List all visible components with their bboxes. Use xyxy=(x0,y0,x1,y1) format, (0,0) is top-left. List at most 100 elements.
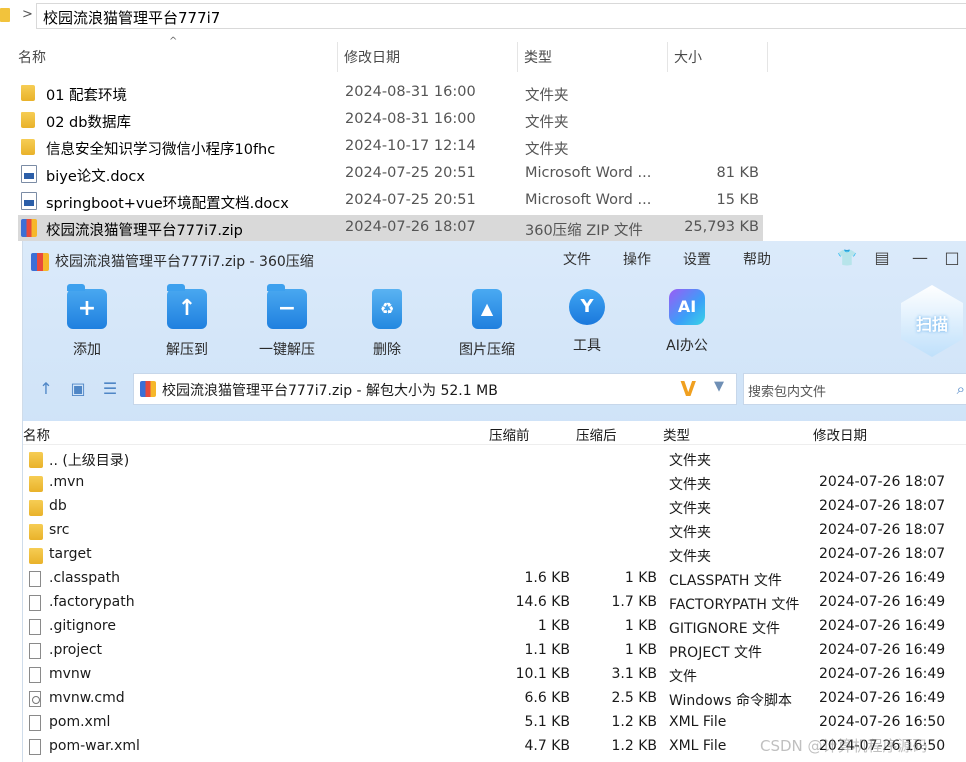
entry-before: 1 KB xyxy=(537,618,570,634)
chevron-down-icon[interactable]: ▼ xyxy=(714,379,724,394)
maximize-icon[interactable]: □ xyxy=(943,249,961,267)
explorer-row[interactable]: 02 db数据库 2024-08-31 16:00 文件夹 xyxy=(18,107,763,133)
zip-list-row[interactable]: .mvn 文件夹 2024-07-26 18:07 xyxy=(23,471,966,495)
explorer-row[interactable]: biye论文.docx 2024-07-25 20:51 Microsoft W… xyxy=(18,161,763,187)
column-size[interactable]: 大小 xyxy=(668,42,768,72)
file-name: 02 db数据库 xyxy=(46,115,131,131)
zip-app-icon xyxy=(31,253,49,271)
minimize-icon[interactable]: — xyxy=(911,249,929,267)
tool-image-compress-button[interactable]: ▲ 图片压缩 xyxy=(447,289,527,359)
zip-list-row[interactable]: .gitignore 1 KB 1 KB GITIGNORE 文件 2024-0… xyxy=(23,615,966,639)
thumbnail-view-icon[interactable]: ▣ xyxy=(69,380,87,398)
zip-col-date[interactable]: 修改日期 xyxy=(813,424,867,444)
entry-before: 1.6 KB xyxy=(524,570,571,586)
folder-icon xyxy=(21,85,35,101)
menu-settings[interactable]: 设置 xyxy=(683,249,711,269)
entry-type: XML File xyxy=(669,714,727,730)
zip-list-row[interactable]: mvnw 10.1 KB 3.1 KB 文件 2024-07-26 16:49 xyxy=(23,663,966,687)
zip-col-before[interactable]: 压缩前 xyxy=(489,424,530,444)
entry-name: src xyxy=(49,522,70,538)
menu-operate[interactable]: 操作 xyxy=(623,249,651,269)
entry-type: 文件夹 xyxy=(669,549,711,565)
zip-list-row[interactable]: mvnw.cmd 6.6 KB 2.5 KB Windows 命令脚本 2024… xyxy=(23,687,966,711)
zip-list-row[interactable]: target 文件夹 2024-07-26 18:07 xyxy=(23,543,966,567)
folder-icon xyxy=(29,500,43,516)
tool-ai-office-button[interactable]: AI AI办公 xyxy=(647,289,727,359)
explorer-row[interactable]: 01 配套环境 2024-08-31 16:00 文件夹 xyxy=(18,80,763,106)
folder-icon xyxy=(21,112,35,128)
explorer-address-bar: > 校园流浪猫管理平台777i7 xyxy=(0,0,966,32)
explorer-row[interactable]: 信息安全知识学习微信小程序10fhc 2024-10-17 12:14 文件夹 xyxy=(18,134,763,160)
zip-list-row[interactable]: src 文件夹 2024-07-26 18:07 xyxy=(23,519,966,543)
chevron-right-icon[interactable]: > xyxy=(22,7,33,22)
zip-list-header: 名称 压缩前 压缩后 类型 修改日期 xyxy=(23,421,966,445)
file-date: 2024-08-31 16:00 xyxy=(345,84,476,100)
zip-col-name[interactable]: 名称 xyxy=(23,424,50,444)
word-doc-icon xyxy=(21,192,37,210)
up-arrow-icon[interactable]: ↑ xyxy=(37,380,55,398)
tool-one-click-extract-button[interactable]: − 一键解压 xyxy=(247,284,327,359)
zip-window: 校园流浪猫管理平台777i7.zip - 360压缩 文件 操作 设置 帮助 👕… xyxy=(22,241,966,762)
column-date[interactable]: 修改日期 xyxy=(338,42,518,72)
zip-list-row[interactable]: .. (上级目录) 文件夹 xyxy=(23,447,966,471)
tool-delete-button[interactable]: ♻ 删除 xyxy=(347,289,427,359)
tool-tools-button[interactable]: Y 工具 xyxy=(547,289,627,359)
entry-type: 文件夹 xyxy=(669,525,711,541)
file-type: 360压缩 ZIP 文件 xyxy=(525,223,643,239)
file-name: 校园流浪猫管理平台777i7.zip xyxy=(46,223,243,239)
explorer-path[interactable]: 校园流浪猫管理平台777i7 xyxy=(36,3,966,29)
entry-name: .factorypath xyxy=(49,594,135,610)
entry-before: 4.7 KB xyxy=(524,738,571,754)
search-icon[interactable]: ⌕ xyxy=(957,380,965,398)
zip-list-row[interactable]: pom.xml 5.1 KB 1.2 KB XML File 2024-07-2… xyxy=(23,711,966,735)
tool-label: AI办公 xyxy=(666,338,708,354)
file-icon xyxy=(29,595,41,611)
menu-file[interactable]: 文件 xyxy=(563,249,591,269)
zip-icon xyxy=(140,381,156,397)
skin-icon[interactable]: 👕 xyxy=(837,249,857,267)
tool-extract-to-button[interactable]: ↑ 解压到 xyxy=(147,284,227,359)
column-name[interactable]: 名称 xyxy=(12,42,338,72)
zip-list-row[interactable]: .project 1.1 KB 1 KB PROJECT 文件 2024-07-… xyxy=(23,639,966,663)
zip-toolbar-area: 校园流浪猫管理平台777i7.zip - 360压缩 文件 操作 设置 帮助 👕… xyxy=(23,241,966,426)
explorer-row[interactable]: springboot+vue环境配置文档.docx 2024-07-25 20:… xyxy=(18,188,763,214)
zip-path-box[interactable]: 校园流浪猫管理平台777i7.zip - 解包大小为 52.1 MB V ▼ xyxy=(133,373,737,405)
entry-type: 文件夹 xyxy=(669,501,711,517)
zip-col-type[interactable]: 类型 xyxy=(663,424,690,444)
tool-label: 添加 xyxy=(73,342,101,358)
entry-after: 1 KB xyxy=(624,618,657,634)
zip-list-row[interactable]: db 文件夹 2024-07-26 18:07 xyxy=(23,495,966,519)
column-type[interactable]: 类型 xyxy=(518,42,668,72)
zip-search-input[interactable]: 搜索包内文件 ⌕ xyxy=(743,373,966,405)
file-type: Microsoft Word ... xyxy=(525,192,652,208)
file-date: 2024-07-25 20:51 xyxy=(345,192,476,208)
tools-icon: Y xyxy=(569,289,605,325)
entry-before: 14.6 KB xyxy=(515,594,570,610)
zip-list-row[interactable]: .classpath 1.6 KB 1 KB CLASSPATH 文件 2024… xyxy=(23,567,966,591)
entry-name: .. (上级目录) xyxy=(49,453,130,469)
message-icon[interactable]: ▤ xyxy=(873,249,891,267)
entry-name: target xyxy=(49,546,92,562)
entry-type: PROJECT 文件 xyxy=(669,645,762,661)
entry-name: pom-war.xml xyxy=(49,738,140,754)
entry-name: .classpath xyxy=(49,570,121,586)
scan-button[interactable]: 扫描 xyxy=(901,285,963,357)
menu-help[interactable]: 帮助 xyxy=(743,249,771,269)
file-icon xyxy=(29,715,41,731)
entry-type: FACTORYPATH 文件 xyxy=(669,597,800,613)
zip-list-row[interactable]: .factorypath 14.6 KB 1.7 KB FACTORYPATH … xyxy=(23,591,966,615)
tool-add-button[interactable]: + 添加 xyxy=(47,284,127,359)
entry-after: 1.7 KB xyxy=(611,594,658,610)
entry-date: 2024-07-26 16:49 xyxy=(819,570,946,586)
entry-type: CLASSPATH 文件 xyxy=(669,573,782,589)
entry-date: 2024-07-26 16:49 xyxy=(819,642,946,658)
explorer-row-selected[interactable]: 校园流浪猫管理平台777i7.zip 2024-07-26 18:07 360压… xyxy=(18,215,763,241)
zip-window-title: 校园流浪猫管理平台777i7.zip - 360压缩 xyxy=(31,251,314,273)
folder-icon xyxy=(29,524,43,540)
file-date: 2024-08-31 16:00 xyxy=(345,111,476,127)
list-view-icon[interactable]: ☰ xyxy=(101,380,119,398)
zip-col-after[interactable]: 压缩后 xyxy=(576,424,617,444)
entry-date: 2024-07-26 18:07 xyxy=(819,522,946,538)
v-logo-icon[interactable]: V xyxy=(681,377,696,401)
entry-date: 2024-07-26 16:49 xyxy=(819,690,946,706)
